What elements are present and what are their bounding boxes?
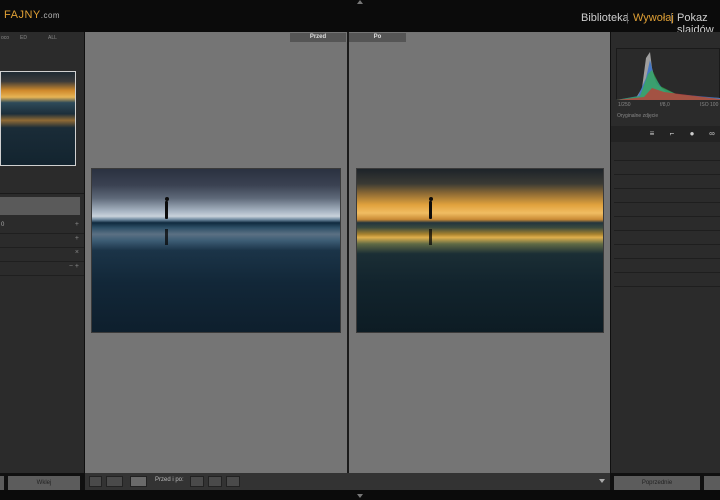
left-panel-row[interactable]: + — [0, 233, 84, 248]
left-panel-row[interactable]: 0 + — [0, 219, 84, 234]
develop-row[interactable] — [614, 174, 720, 189]
navigator-tab[interactable]: oco — [1, 35, 9, 41]
original-photo-label[interactable]: Oryginalne zdjęcie — [617, 113, 658, 119]
figure-reflection — [429, 229, 432, 245]
swap-before-after-icon[interactable] — [226, 476, 240, 487]
left-panel-row[interactable]: × — [0, 247, 84, 262]
paste-button[interactable]: Wklej — [8, 476, 80, 490]
aperture: f/8,0 — [660, 102, 670, 108]
reset-button[interactable] — [704, 476, 720, 490]
before-after-view-icon[interactable] — [106, 476, 123, 487]
add-icon[interactable]: + — [75, 235, 79, 242]
logo-accent: FAJNY — [4, 9, 41, 21]
figure-reflection — [165, 229, 168, 245]
develop-row[interactable] — [614, 160, 720, 175]
before-after-divider — [347, 32, 349, 473]
tool-strip — [611, 126, 720, 142]
loupe-view-icon[interactable] — [89, 476, 102, 487]
before-after-label: Przed i po: — [155, 477, 184, 483]
copy-after-to-before-icon[interactable] — [208, 476, 222, 487]
previous-button[interactable]: Poprzednie — [614, 476, 700, 490]
preset-field[interactable] — [0, 197, 80, 215]
logo: FAJNY.com — [4, 9, 60, 21]
figure-silhouette — [165, 201, 168, 219]
before-label: Przed — [290, 33, 346, 42]
module-biblioteka[interactable]: Biblioteka — [581, 12, 629, 24]
after-photo[interactable] — [357, 169, 603, 332]
chevron-down-icon[interactable] — [599, 479, 605, 483]
sliders-icon[interactable]: ≡ — [647, 129, 657, 139]
spot-removal-icon[interactable]: ● — [687, 129, 697, 139]
add-icon[interactable]: + — [75, 221, 79, 228]
develop-row[interactable] — [614, 188, 720, 203]
logo-domain: .com — [40, 11, 61, 20]
shutter-speed: 1/250 — [618, 102, 631, 108]
histogram-graph — [616, 52, 720, 100]
add-remove-icon[interactable]: − + — [69, 263, 79, 270]
navigator-tab[interactable]: ED — [20, 35, 27, 41]
collapse-bottom-arrow-icon[interactable] — [357, 494, 363, 498]
row-value: 0 — [1, 222, 5, 228]
before-photo[interactable] — [92, 169, 340, 332]
copy-button[interactable] — [0, 476, 4, 490]
develop-row[interactable] — [614, 258, 720, 273]
develop-row[interactable] — [614, 272, 720, 287]
module-separator: | — [626, 12, 629, 24]
module-wywolaj[interactable]: Wywołaj — [633, 12, 674, 24]
crop-icon[interactable]: ⌐ — [667, 129, 677, 139]
histogram-info: 1/250 f/8,0 ISO 100 — [618, 102, 720, 108]
module-separator: | — [670, 12, 673, 24]
close-icon[interactable]: × — [75, 249, 79, 256]
before-after-split-icon[interactable] — [130, 476, 147, 487]
left-panel-row[interactable]: − + — [0, 261, 84, 276]
navigator-preview[interactable] — [0, 71, 76, 166]
figure-silhouette — [429, 201, 432, 219]
develop-row[interactable] — [614, 216, 720, 231]
after-label: Po — [349, 33, 406, 42]
develop-row[interactable] — [614, 202, 720, 217]
panel-divider — [0, 193, 84, 194]
develop-row[interactable] — [614, 244, 720, 259]
develop-row[interactable] — [614, 230, 720, 245]
collapse-top-arrow-icon[interactable] — [357, 0, 363, 4]
navigator-header: oco ED ALL — [0, 34, 84, 44]
develop-row[interactable] — [614, 146, 720, 161]
copy-before-to-after-icon[interactable] — [190, 476, 204, 487]
iso: ISO 100 — [700, 102, 719, 108]
brush-icon[interactable]: ∞ — [707, 129, 717, 139]
navigator-tab[interactable]: ALL — [48, 35, 57, 41]
